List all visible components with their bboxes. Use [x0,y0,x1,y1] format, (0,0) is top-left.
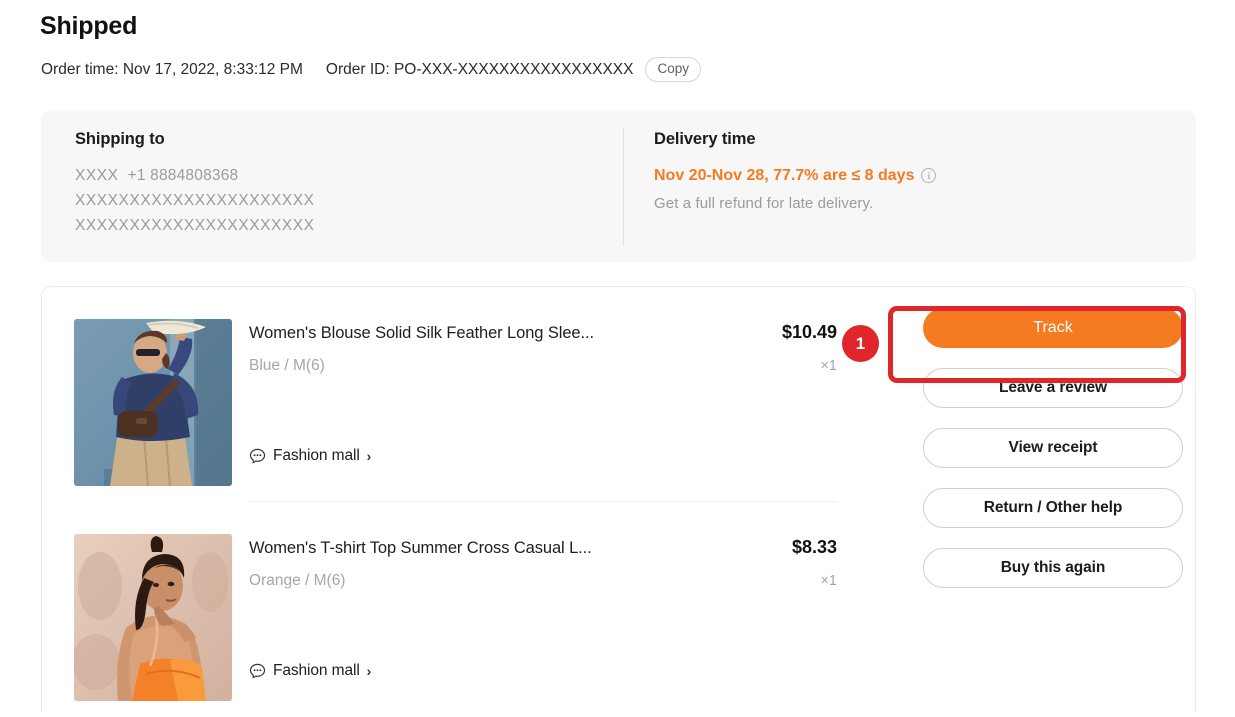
order-item: Women's Blouse Solid Silk Feather Long S… [42,287,842,502]
delivery-window-row: Nov 20-Nov 28, 77.7% are ≤ 8 days i [654,163,937,188]
item-title[interactable]: Women's T-shirt Top Summer Cross Casual … [249,539,592,558]
item-price: $10.49 [781,322,837,342]
product-thumbnail[interactable] [74,319,232,486]
page-title: Shipped [40,12,138,40]
item-variant-row: Blue / M(6) ×1 [249,357,837,375]
chevron-right-icon: › [366,663,372,679]
track-button-wrapper: Track [923,308,1183,348]
order-item: Women's T-shirt Top Summer Cross Casual … [42,502,842,717]
store-name: Fashion mall [273,447,360,464]
order-time-value: Nov 17, 2022, 8:33:12 PM [122,60,303,78]
item-quantity: ×1 [820,573,837,589]
item-text-block: Women's Blouse Solid Silk Feather Long S… [249,322,837,375]
delivery-time-heading: Delivery time [654,130,756,148]
address-line-1: XXXXXXXXXXXXXXXXXXXXXX [75,192,315,209]
item-variant: Orange / M(6) [249,572,346,589]
item-variant-row: Orange / M(6) ×1 [249,572,837,590]
info-icon[interactable]: i [921,168,937,183]
order-id-value: PO-XXX-XXXXXXXXXXXXXXXXX [393,60,634,78]
order-meta-row: Order time: Nov 17, 2022, 8:33:12 PM Ord… [41,57,701,82]
product-thumbnail[interactable] [74,534,232,701]
leave-review-button[interactable]: Leave a review [923,368,1183,408]
panel-divider [623,128,624,246]
step-number-badge: 1 [842,325,879,362]
order-items-card: Women's Blouse Solid Silk Feather Long S… [41,286,1196,712]
order-id-label: Order ID: [325,60,390,78]
return-other-help-button[interactable]: Return / Other help [923,488,1183,528]
track-button[interactable]: Track [923,308,1183,348]
order-actions: Track Leave a review View receipt Return… [908,308,1198,608]
delivery-window-text: Nov 20-Nov 28, 77.7% are ≤ 8 days [654,167,915,184]
store-link[interactable]: Fashion mall › [249,662,371,680]
address-line-2: XXXXXXXXXXXXXXXXXXXXXX [75,217,315,234]
recipient-name: XXXX [75,167,119,184]
item-title[interactable]: Women's Blouse Solid Silk Feather Long S… [249,324,594,343]
shipping-delivery-panel: Shipping to XXXX +1 8884808368 XXXXXXXXXX… [41,110,1196,262]
product-image-tshirt [74,534,232,701]
item-quantity: ×1 [820,358,837,374]
buy-this-again-button[interactable]: Buy this again [923,548,1183,588]
item-title-row: Women's T-shirt Top Summer Cross Casual … [249,537,837,558]
order-detail-page: Shipped Order time: Nov 17, 2022, 8:33:1… [0,0,1235,712]
store-link[interactable]: Fashion mall › [249,447,371,465]
view-receipt-button[interactable]: View receipt [923,428,1183,468]
recipient-phone: +1 8884808368 [127,167,239,184]
recipient-line: XXXX +1 8884808368 [75,163,315,188]
shipping-to-section: Shipping to XXXX +1 8884808368 XXXXXXXXXX… [75,130,315,238]
delivery-time-section: Delivery time Nov 20-Nov 28, 77.7% are ≤… [654,130,937,212]
items-column: Women's Blouse Solid Silk Feather Long S… [42,287,842,717]
item-text-block: Women's T-shirt Top Summer Cross Casual … [249,537,837,590]
chat-bubble-icon [249,663,266,680]
item-variant: Blue / M(6) [249,357,325,374]
chat-bubble-icon [249,448,266,465]
shipping-to-heading: Shipping to [75,130,165,148]
chevron-right-icon: › [366,448,372,464]
item-title-row: Women's Blouse Solid Silk Feather Long S… [249,322,837,343]
copy-order-id-button[interactable]: Copy [645,57,701,82]
product-image-blouse [74,319,232,486]
refund-note: Get a full refund for late delivery. [654,195,874,212]
item-price: $8.33 [791,537,837,557]
store-name: Fashion mall [273,662,360,679]
order-time-label: Order time: [41,60,119,78]
